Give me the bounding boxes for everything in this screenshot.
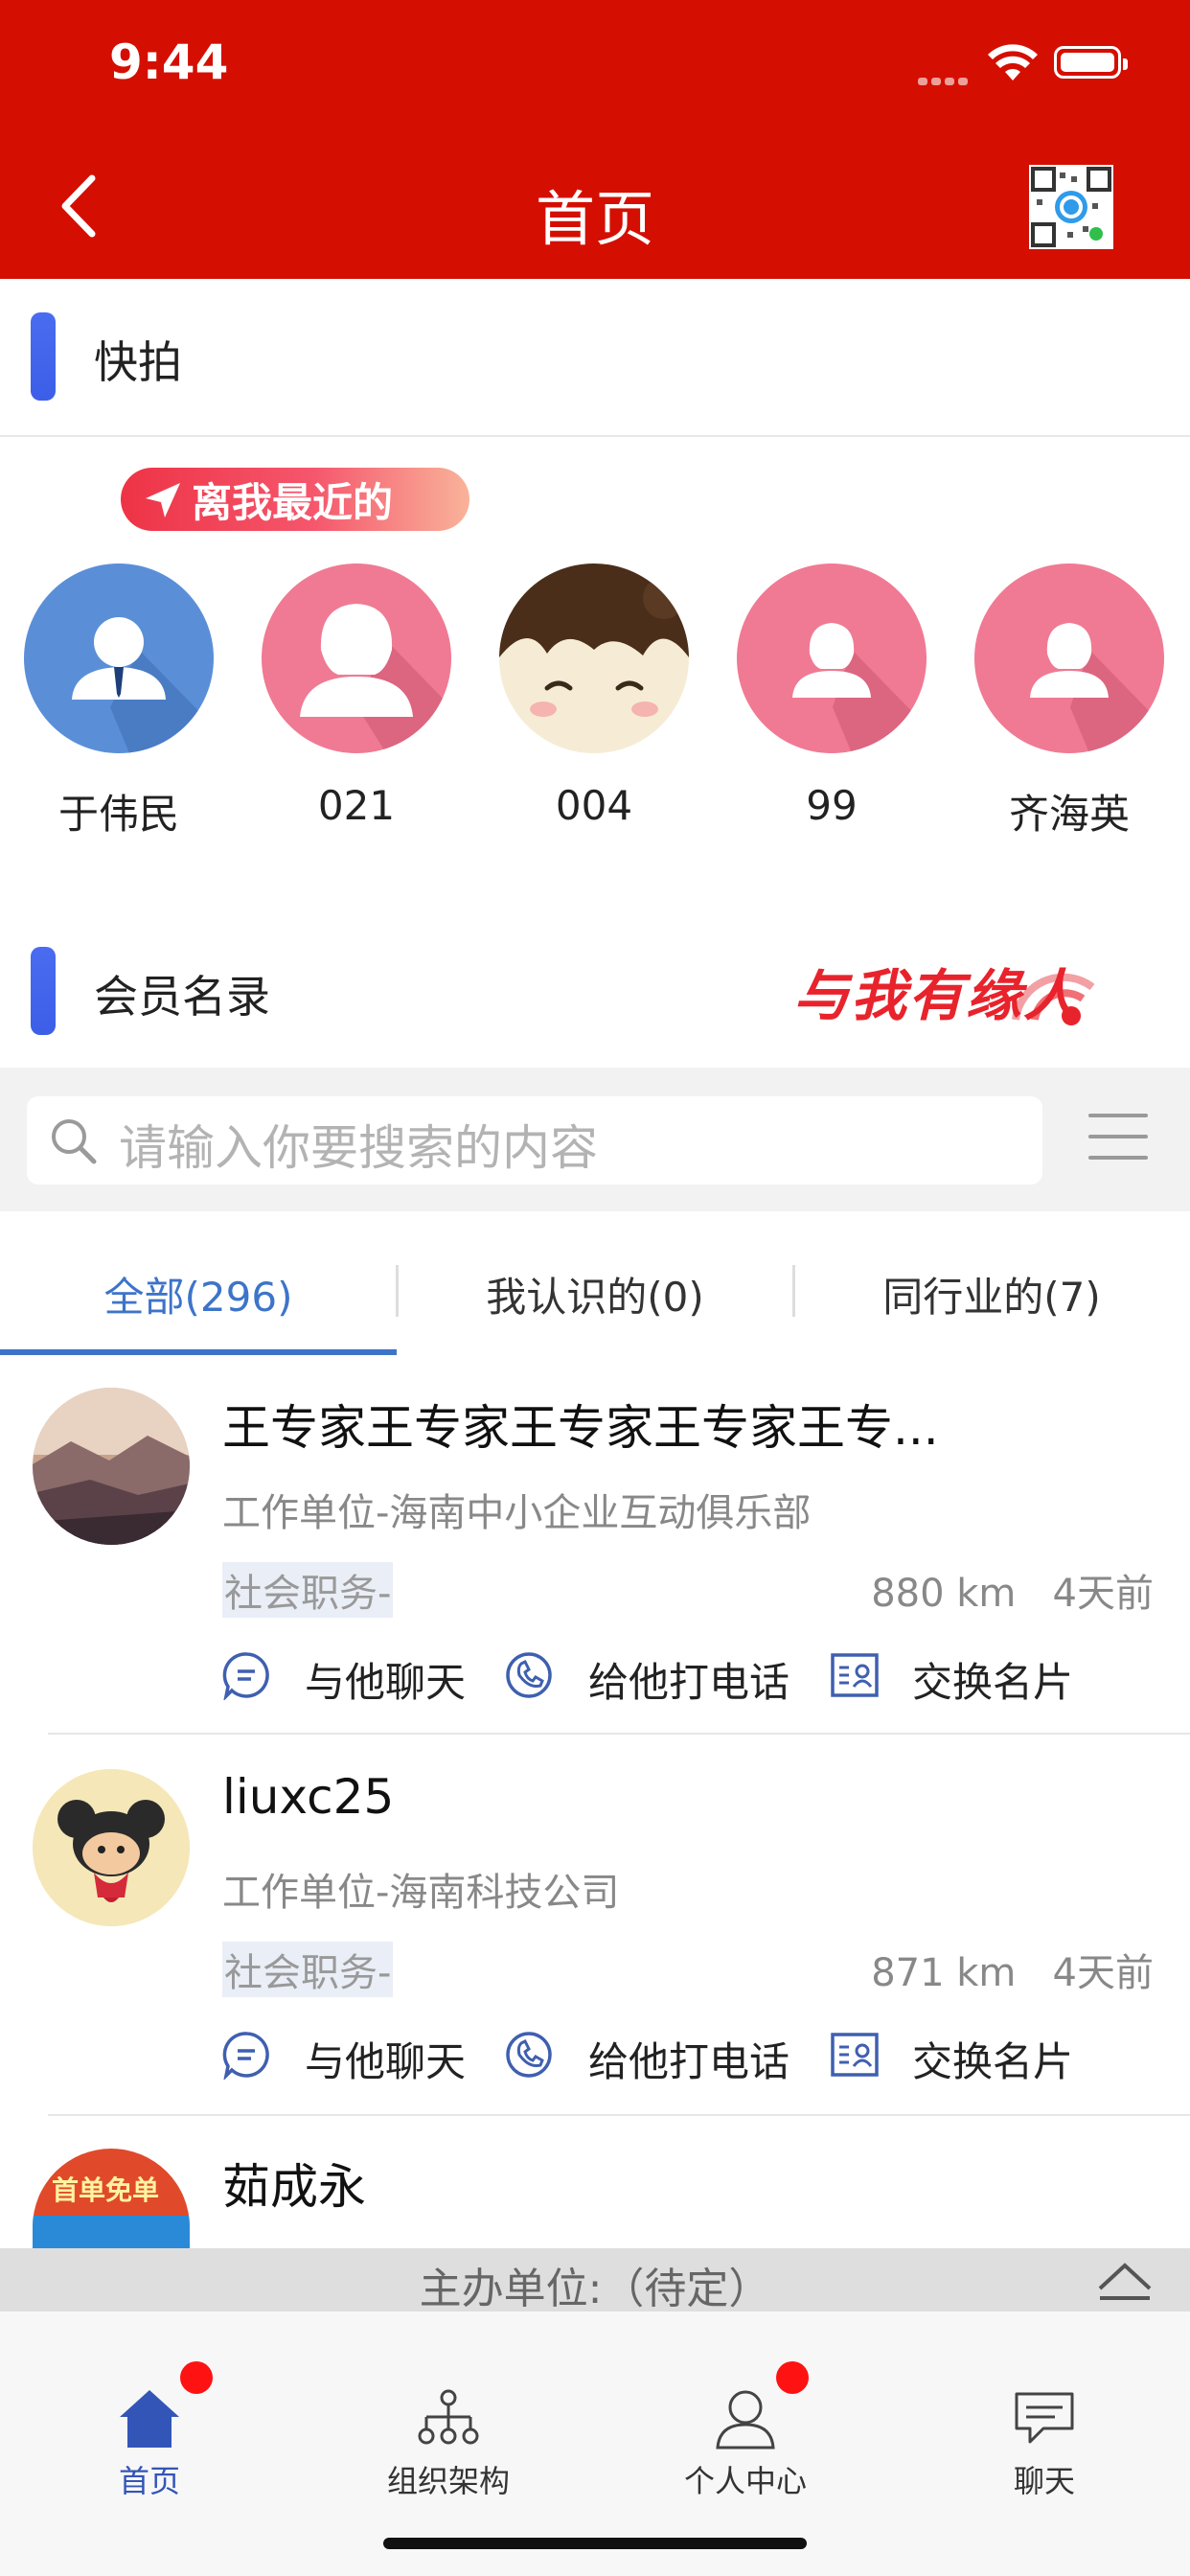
nearby-person-name: 于伟民 — [57, 791, 179, 838]
nearby-person[interactable]: 99 — [736, 564, 927, 829]
member-time: 4天前 — [1052, 1572, 1154, 1616]
nearby-person[interactable]: 021 — [261, 564, 452, 829]
member-name[interactable]: liuxc25 — [222, 1769, 394, 1825]
tabbar-label: 聊天 — [1013, 2463, 1075, 2499]
tab-active-indicator — [0, 1349, 397, 1355]
tab-same-industry[interactable]: 同行业的(7) — [793, 1265, 1190, 1323]
top-navigation-bar: 9:44 首页 — [0, 0, 1190, 279]
nearby-badge-label: 离我最近的 — [192, 478, 394, 526]
member-name[interactable]: 王专家王专家王专家王专家王专... — [222, 1390, 939, 1459]
chat-button[interactable]: 与他聊天 — [305, 2030, 466, 2088]
business-card-icon[interactable] — [830, 2032, 880, 2078]
member-distance: 880 km — [871, 1572, 1017, 1616]
avatar-promo-text: 首单免单 — [52, 2174, 160, 2206]
tab-all[interactable]: 全部(296) — [0, 1265, 397, 1323]
section-title-members: 会员名录 — [94, 971, 270, 1023]
tabbar-label: 组织架构 — [386, 2463, 510, 2499]
exchange-card-button[interactable]: 交换名片 — [912, 1650, 1073, 1709]
member-role: 社会职务- — [222, 1942, 394, 1997]
member-unit: 工作单位-海南中小企业互动俱乐部 — [222, 1491, 812, 1535]
call-button[interactable]: 给他打电话 — [588, 2030, 790, 2088]
member-distance-time: 871 km 4天前 — [871, 1942, 1154, 1997]
female-avatar-icon — [974, 564, 1164, 753]
tabbar-label: 个人中心 — [683, 2463, 807, 2499]
tabbar-item-home[interactable]: 首页 — [54, 2386, 245, 2501]
avatar-strip — [33, 2216, 190, 2248]
member-avatar[interactable] — [33, 1388, 190, 1545]
chat-icon[interactable] — [222, 1650, 272, 1700]
chat-icon[interactable] — [222, 2030, 272, 2080]
search-icon — [52, 1119, 97, 1164]
member-time: 4天前 — [1052, 1951, 1154, 1995]
tabbar-item-profile[interactable]: 个人中心 — [650, 2386, 841, 2501]
menu-icon[interactable] — [1088, 1114, 1148, 1177]
phone-icon[interactable] — [504, 2030, 554, 2080]
search-input[interactable]: 请输入你要搜索的内容 — [27, 1096, 1042, 1184]
section-title-quick-shot[interactable]: 快拍 — [94, 328, 182, 391]
section-accent-bar — [31, 947, 56, 1035]
nearby-person-name: 99 — [806, 782, 858, 829]
chevron-up-icon[interactable] — [1096, 2260, 1154, 2302]
notification-badge — [776, 2361, 809, 2394]
host-text: 主办单位:（待定） — [419, 2265, 771, 2313]
nearby-person[interactable]: 齐海英 — [973, 564, 1165, 840]
home-icon — [120, 2390, 179, 2448]
nearby-person-name: 021 — [317, 782, 396, 829]
cartoon-face-avatar — [499, 564, 689, 753]
member-unit: 工作单位-海南科技公司 — [222, 1871, 620, 1915]
host-bar[interactable]: 主办单位:（待定） — [0, 2248, 1190, 2313]
female-avatar-icon — [262, 564, 451, 753]
qr-code-icon[interactable] — [1029, 165, 1113, 249]
status-time: 9:44 — [109, 34, 229, 90]
row-divider — [48, 2114, 1190, 2116]
nearby-person-name: 齐海英 — [1008, 791, 1130, 838]
nearby-person-name: 004 — [555, 782, 633, 829]
page-title: 首页 — [535, 184, 654, 254]
nearby-person[interactable]: 004 — [498, 564, 690, 829]
location-arrow-icon — [146, 483, 180, 518]
nearby-badge: 离我最近的 — [121, 468, 469, 531]
phone-icon[interactable] — [504, 1650, 554, 1700]
row-divider — [48, 1733, 1190, 1735]
member-name[interactable]: 茹成永 — [222, 2149, 366, 2218]
female-avatar-icon — [737, 564, 927, 753]
tabbar-item-chat[interactable]: 聊天 — [949, 2386, 1140, 2501]
brand-logo-text: 与我有缘人 — [793, 963, 1082, 1028]
male-avatar-icon — [24, 564, 214, 753]
tabbar-label: 首页 — [118, 2463, 180, 2499]
divider — [0, 435, 1190, 437]
member-avatar[interactable] — [33, 1769, 190, 1926]
call-button[interactable]: 给他打电话 — [588, 1650, 790, 1709]
chat-button[interactable]: 与他聊天 — [305, 1650, 466, 1709]
exchange-card-button[interactable]: 交换名片 — [912, 2030, 1073, 2088]
member-role: 社会职务- — [222, 1562, 394, 1618]
chat-bubble-icon — [1015, 2392, 1074, 2444]
member-distance-time: 880 km 4天前 — [871, 1562, 1154, 1618]
search-placeholder: 请输入你要搜索的内容 — [119, 1120, 598, 1176]
tabbar-item-org[interactable]: 组织架构 — [353, 2386, 544, 2501]
signal-icon — [918, 71, 972, 89]
member-distance: 871 km — [871, 1951, 1017, 1995]
person-icon — [716, 2390, 775, 2450]
battery-icon — [1054, 46, 1128, 79]
nearby-person[interactable]: 于伟民 — [23, 564, 215, 840]
org-chart-icon — [418, 2389, 479, 2445]
member-avatar[interactable]: 首单免单 — [33, 2149, 190, 2248]
wifi-icon — [988, 44, 1038, 80]
tab-known[interactable]: 我认识的(0) — [397, 1265, 793, 1323]
section-accent-bar — [31, 312, 56, 401]
business-card-icon[interactable] — [830, 1652, 880, 1698]
notification-badge — [180, 2361, 213, 2394]
home-indicator — [383, 2538, 807, 2549]
